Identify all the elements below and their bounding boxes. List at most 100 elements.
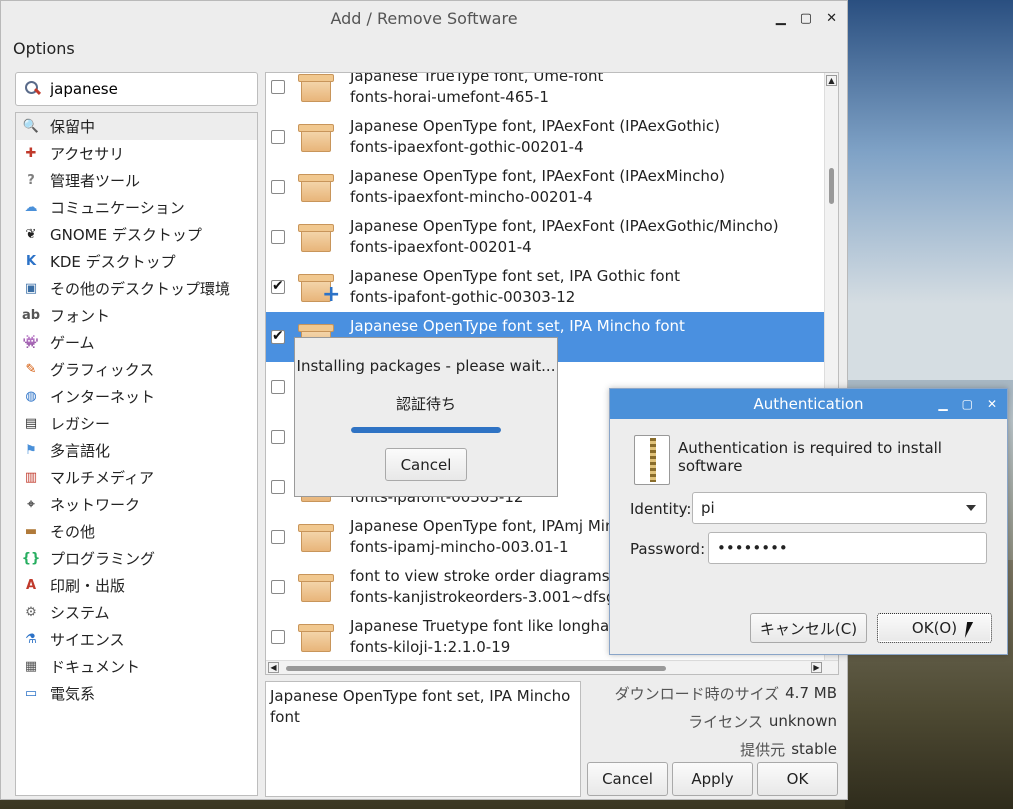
auth-cancel-button[interactable]: キャンセル(C) <box>750 613 867 643</box>
category-label: サイエンス <box>50 631 125 649</box>
package-id: fonts-ipaexfont-mincho-00201-4 <box>350 188 593 206</box>
apply-button[interactable]: Apply <box>672 762 753 796</box>
category-label: フォント <box>50 307 111 325</box>
category-label: その他のデスクトップ環境 <box>50 280 231 298</box>
auth-minimize-icon[interactable]: ▁ <box>938 389 947 419</box>
scroll-thumb-horizontal[interactable] <box>286 666 666 671</box>
identity-value: pi <box>701 499 715 517</box>
category-label: ドキュメント <box>50 658 141 676</box>
package-checkbox[interactable] <box>271 130 285 144</box>
category-item[interactable]: ? 管理者ツール <box>16 167 257 194</box>
scroll-right-icon[interactable]: ▶ <box>811 662 822 673</box>
identity-select[interactable]: pi <box>692 492 987 524</box>
flask-icon: ⚗ <box>25 632 37 647</box>
package-checkbox[interactable] <box>271 328 285 344</box>
package-checkbox[interactable] <box>271 80 285 94</box>
minimize-icon[interactable]: ▁ <box>776 1 786 37</box>
category-item[interactable]: 👾 ゲーム <box>16 329 257 356</box>
authentication-dialog: Authentication ▁ ▢ ✕ Authentication is r… <box>609 388 1008 655</box>
horizontal-scrollbar[interactable]: ◀ ▶ <box>266 660 838 674</box>
category-label: コミュニケーション <box>50 199 185 217</box>
package-checkbox[interactable] <box>271 180 285 194</box>
desktop-window-icon: ▣ <box>24 281 38 296</box>
category-item[interactable]: ⚗ サイエンス <box>16 626 257 653</box>
monitor-icon: ▭ <box>24 686 38 701</box>
category-item[interactable]: 🔍 保留中 <box>16 113 257 140</box>
package-name: Japanese Truetype font like longhand <box>350 617 629 635</box>
password-field[interactable]: •••••••• <box>708 532 987 564</box>
package-checkbox[interactable] <box>271 380 285 394</box>
package-row[interactable]: Japanese OpenType font, IPAexFont (IPAex… <box>266 162 824 212</box>
scroll-thumb[interactable] <box>829 168 834 204</box>
gnome-foot-icon: ❦ <box>25 227 37 242</box>
category-label: KDE デスクトップ <box>50 253 176 271</box>
scroll-left-icon[interactable]: ◀ <box>268 662 279 673</box>
category-item[interactable]: ▦ ドキュメント <box>16 653 257 680</box>
package-icon <box>298 622 334 652</box>
package-checkbox[interactable] <box>271 630 285 644</box>
category-item[interactable]: ▭ 電気系 <box>16 680 257 707</box>
license-value: unknown <box>768 712 837 730</box>
package-name: Japanese OpenType font, IPAexFont (IPAex… <box>350 217 779 235</box>
package-id: fonts-ipaexfont-00201-4 <box>350 238 532 256</box>
auth-ok-button[interactable]: OK(O) <box>877 613 992 643</box>
category-item[interactable]: A 印刷・出版 <box>16 572 257 599</box>
category-item[interactable]: ❦ GNOME デスクトップ <box>16 221 257 248</box>
ok-button[interactable]: OK <box>757 762 838 796</box>
category-label: 印刷・出版 <box>50 577 126 595</box>
menu-options[interactable]: Options <box>13 39 75 58</box>
maximize-icon[interactable]: ▢ <box>800 1 812 37</box>
category-item[interactable]: ⌖ ネットワーク <box>16 491 257 518</box>
package-row[interactable]: + Japanese OpenType font set, IPA Gothic … <box>266 262 824 312</box>
category-item[interactable]: ⚑ 多言語化 <box>16 437 257 464</box>
cloud-icon: ☁ <box>24 200 38 215</box>
category-item[interactable]: ⚙ システム <box>16 599 257 626</box>
package-details: ダウンロード時のサイズ 4.7 MB ライセンス unknown 提供元 stable <box>581 679 837 763</box>
auth-maximize-icon[interactable]: ▢ <box>962 389 973 419</box>
category-item[interactable]: ▤ レガシー <box>16 410 257 437</box>
category-item[interactable]: ▬ その他 <box>16 518 257 545</box>
package-name: Japanese OpenType font set, IPA Mincho f… <box>350 317 685 335</box>
flag-icon: ⚑ <box>25 443 37 458</box>
package-checkbox[interactable] <box>271 580 285 594</box>
search-box[interactable] <box>15 72 258 106</box>
package-checkbox[interactable] <box>271 530 285 544</box>
category-item[interactable]: ☁ コミュニケーション <box>16 194 257 221</box>
package-row[interactable]: Japanese OpenType font, IPAexFont (IPAex… <box>266 112 824 162</box>
package-install-icon: + <box>298 272 340 306</box>
package-icon <box>298 572 334 602</box>
scroll-up-icon[interactable]: ▲ <box>826 75 837 86</box>
category-label: 多言語化 <box>50 442 111 460</box>
download-size-value: 4.7 MB <box>785 684 837 702</box>
category-item[interactable]: ✚ アクセサリ <box>16 140 257 167</box>
package-row[interactable]: Japanese TrueType font, Ume-font fonts-ho… <box>266 73 824 112</box>
category-item[interactable]: ✎ グラフィックス <box>16 356 257 383</box>
search-input[interactable] <box>50 80 250 98</box>
package-checkbox[interactable] <box>271 430 285 444</box>
progress-cancel-button[interactable]: Cancel <box>385 448 467 481</box>
popcorn-icon: ▥ <box>24 470 38 485</box>
package-checkbox[interactable] <box>271 278 285 294</box>
cancel-button[interactable]: Cancel <box>587 762 668 796</box>
auth-close-icon[interactable]: ✕ <box>987 389 997 419</box>
category-item[interactable]: ab フォント <box>16 302 257 329</box>
category-item[interactable]: {} プログラミング <box>16 545 257 572</box>
package-row[interactable]: Japanese OpenType font, IPAexFont (IPAex… <box>266 212 824 262</box>
package-icon <box>298 122 334 152</box>
package-checkbox[interactable] <box>271 230 285 244</box>
category-item[interactable]: K KDE デスクトップ <box>16 248 257 275</box>
category-item[interactable]: ▥ マルチメディア <box>16 464 257 491</box>
category-label: レガシー <box>50 415 111 433</box>
package-checkbox[interactable] <box>271 480 285 494</box>
window-titlebar: Add / Remove Software ▁ ▢ ✕ <box>1 1 847 37</box>
close-icon[interactable]: ✕ <box>826 1 837 37</box>
package-name: Japanese OpenType font, IPAmj Minch <box>350 517 633 535</box>
package-id: fonts-kanjistrokeorders-3.001~dfsg-2 <box>350 588 631 606</box>
category-item[interactable]: ▣ その他のデスクトップ環境 <box>16 275 257 302</box>
category-item[interactable]: ◍ インターネット <box>16 383 257 410</box>
category-label: 保留中 <box>50 118 96 136</box>
package-icon <box>298 222 334 252</box>
progress-dialog: Installing packages - please wait... 認証待… <box>294 337 558 497</box>
package-id: fonts-ipafont-gothic-00303-12 <box>350 288 576 306</box>
auth-message: Authentication is required to install so… <box>678 439 942 475</box>
